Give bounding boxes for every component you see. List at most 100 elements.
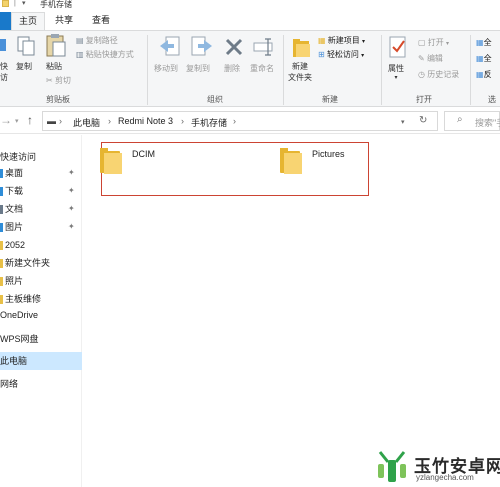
pin-icon[interactable]: ✦ bbox=[68, 164, 75, 182]
edit-button[interactable]: ✎ 编辑 bbox=[418, 53, 443, 64]
invert-selection-icon: ▦ bbox=[476, 70, 484, 79]
folder-name-pictures[interactable]: Pictures bbox=[312, 149, 345, 159]
address-history-icon[interactable]: ▾ bbox=[401, 118, 405, 126]
breadcrumb-chevron-icon[interactable]: › bbox=[181, 116, 184, 126]
tab-share[interactable]: 共享 bbox=[49, 12, 79, 30]
address-bar: → ▾ ↑ ▬ › 此电脑 › Redmi Note 3 › 手机存储 › ▾ … bbox=[0, 108, 500, 134]
folder-name-dcim[interactable]: DCIM bbox=[132, 149, 155, 159]
search-input[interactable]: ⌕ 搜索"手 bbox=[444, 111, 500, 131]
folder-icon bbox=[0, 295, 3, 304]
open-button[interactable]: ▢ 打开 ▾ bbox=[418, 37, 449, 48]
folder-icon bbox=[0, 241, 3, 250]
watermark-url: yzlangecha.com bbox=[416, 473, 474, 482]
easy-access-button[interactable]: ⊞ 轻松访问 ▾ bbox=[318, 49, 364, 60]
copy-path-button[interactable]: ▤ 复制路径 bbox=[76, 35, 118, 46]
folder-dcim[interactable] bbox=[100, 148, 122, 174]
navigation-pane: 快速访问 桌面 ✦ 下载 ✦ 文档 ✦ 图片 ✦ 2052 新建文件夹 照片 主板维修 OneDriv… bbox=[0, 135, 82, 487]
paste-button[interactable]: 粘贴 bbox=[46, 61, 62, 72]
sidebar-item-quick-access[interactable]: 照片 bbox=[0, 272, 82, 290]
breadcrumb-storage[interactable]: 手机存储 bbox=[191, 116, 227, 129]
chevron-down-icon: ▾ bbox=[361, 53, 365, 59]
copy-icon bbox=[16, 35, 36, 59]
open-icon: ▢ bbox=[418, 38, 426, 47]
paste-shortcut-button[interactable]: ▥ 粘贴快捷方式 bbox=[76, 49, 134, 60]
tab-view[interactable]: 查看 bbox=[86, 12, 116, 30]
pin-icon[interactable]: ✦ bbox=[68, 218, 75, 236]
paste-shortcut-icon: ▥ bbox=[76, 50, 84, 59]
chevron-down-icon: ▾ bbox=[362, 39, 366, 45]
pin-quick-access-button[interactable]: 快 访 bbox=[0, 61, 8, 83]
properties-icon bbox=[388, 35, 408, 61]
new-folder-icon bbox=[292, 37, 312, 61]
folder-icon bbox=[0, 223, 3, 232]
sidebar-item-quick-access[interactable]: 桌面 ✦ bbox=[0, 164, 82, 182]
invert-selection-button[interactable]: ▦反 bbox=[476, 69, 492, 80]
up-arrow-icon[interactable]: ↑ bbox=[27, 113, 33, 127]
address-field[interactable]: ▬ › 此电脑 › Redmi Note 3 › 手机存储 › ▾ ↻ bbox=[42, 111, 438, 131]
clipboard-group-label: 剪贴板 bbox=[46, 95, 70, 104]
history-button[interactable]: ◷ 历史记录 bbox=[418, 69, 459, 80]
sidebar-item-quick-access[interactable]: 文档 ✦ bbox=[0, 200, 82, 218]
folder-icon bbox=[0, 169, 3, 178]
sidebar-item-quick-access[interactable]: 图片 ✦ bbox=[0, 218, 82, 236]
pin-quick-access-icon bbox=[0, 37, 8, 55]
copy-to-button[interactable]: 复制到 bbox=[186, 63, 210, 74]
ribbon-divider bbox=[283, 35, 284, 105]
ribbon-divider bbox=[470, 35, 471, 105]
organize-group-label: 组织 bbox=[207, 95, 223, 104]
cut-button[interactable]: ✂ 剪切 bbox=[46, 75, 71, 86]
sidebar-item-quick-access[interactable]: 下载 ✦ bbox=[0, 182, 82, 200]
history-icon: ◷ bbox=[418, 70, 425, 79]
forward-arrow-icon[interactable]: → bbox=[0, 113, 12, 127]
breadcrumb-chevron-icon[interactable]: › bbox=[108, 116, 111, 126]
quick-access-folder-icon[interactable] bbox=[2, 0, 9, 7]
breadcrumb-this-pc[interactable]: 此电脑 bbox=[73, 116, 100, 129]
breadcrumb-device[interactable]: Redmi Note 3 bbox=[118, 116, 173, 126]
pin-icon[interactable]: ✦ bbox=[68, 200, 75, 218]
chevron-down-icon: ▾ bbox=[446, 41, 450, 47]
refresh-icon[interactable]: ↻ bbox=[419, 115, 427, 126]
sidebar-item-this-pc[interactable]: 此电脑 bbox=[0, 352, 82, 370]
select-none-icon: ▦ bbox=[476, 54, 484, 63]
qat-dropdown-icon[interactable]: ▾ bbox=[22, 0, 26, 7]
new-item-button[interactable]: ▦ 新建项目 ▾ bbox=[318, 35, 365, 46]
watermark: 玉竹安卓网 yzlangecha.com bbox=[376, 448, 500, 487]
ribbon-divider bbox=[147, 35, 148, 105]
new-group-label: 新建 bbox=[322, 95, 338, 104]
ribbon-divider bbox=[381, 35, 382, 105]
tab-home[interactable]: 主页 bbox=[11, 12, 45, 30]
ribbon-tabs: 主页 共享 查看 bbox=[0, 10, 500, 30]
sidebar-item-onedrive[interactable]: OneDrive bbox=[0, 306, 82, 324]
edit-icon: ✎ bbox=[418, 54, 425, 63]
pin-icon[interactable]: ✦ bbox=[68, 182, 75, 200]
cut-icon: ✂ bbox=[46, 76, 53, 85]
chevron-down-icon: ▾ bbox=[394, 75, 398, 81]
breadcrumb-chevron-icon[interactable]: › bbox=[233, 116, 236, 126]
folder-icon bbox=[0, 277, 3, 286]
sidebar-item-network[interactable]: 网络 bbox=[0, 375, 82, 393]
new-folder-button[interactable]: 新建 文件夹 bbox=[288, 61, 312, 83]
copy-button[interactable]: 复制 bbox=[16, 61, 32, 72]
select-none-button[interactable]: ▦全 bbox=[476, 53, 492, 64]
copy-to-icon bbox=[190, 35, 214, 61]
select-all-button[interactable]: ▦全 bbox=[476, 37, 492, 48]
folder-icon bbox=[0, 259, 3, 268]
delete-button[interactable]: 删除 bbox=[224, 63, 240, 74]
rename-button[interactable]: 重命名 bbox=[250, 63, 274, 74]
select-all-icon: ▦ bbox=[476, 38, 484, 47]
recent-locations-icon[interactable]: ▾ bbox=[15, 117, 19, 125]
sidebar-item-quick-access[interactable]: 新建文件夹 bbox=[0, 254, 82, 272]
folder-pictures[interactable] bbox=[280, 148, 302, 174]
qat-separator: | bbox=[14, 0, 16, 7]
breadcrumb-chevron-icon[interactable]: › bbox=[59, 116, 62, 126]
new-item-icon: ▦ bbox=[318, 36, 326, 45]
search-icon: ⌕ bbox=[457, 114, 463, 125]
tab-file[interactable] bbox=[0, 12, 11, 30]
properties-button[interactable]: 属性 ▾ bbox=[388, 63, 404, 81]
rename-icon bbox=[252, 37, 276, 59]
watermark-logo-icon bbox=[376, 448, 408, 484]
file-list: DCIM Pictures bbox=[83, 135, 500, 487]
sidebar-item-quick-access[interactable]: 2052 bbox=[0, 236, 82, 254]
sidebar-item-wps[interactable]: WPS网盘 bbox=[0, 330, 82, 348]
move-to-button[interactable]: 移动到 bbox=[154, 63, 178, 74]
